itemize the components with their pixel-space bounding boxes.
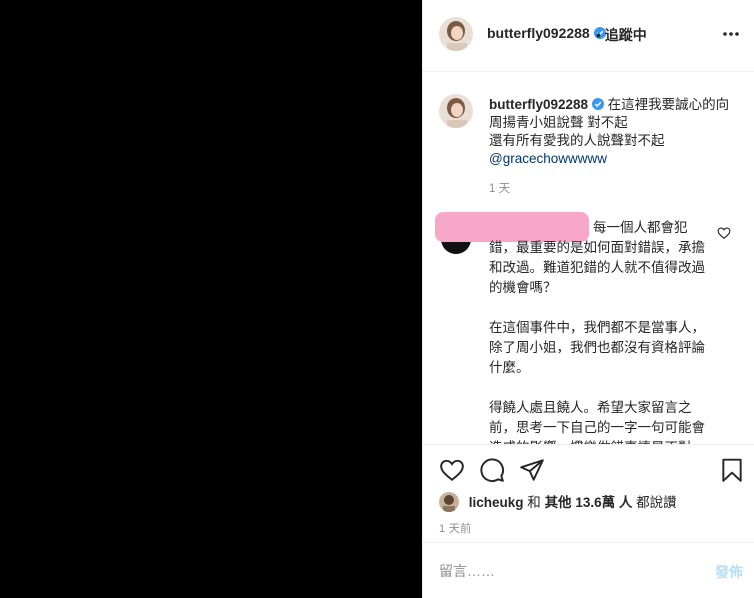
author-username-text[interactable]: butterfly092288	[487, 25, 590, 41]
post-side-panel: butterfly092288 • 追蹤中 butterfly092288 在這…	[422, 0, 754, 598]
comments-list[interactable]: butterfly092288 在這裡我要誠心的向周揚青小姐說聲 對不起 還有所…	[423, 72, 754, 444]
comment-paragraph: 在這個事件中，我們都不是當事人，除了周小姐，我們也都沒有資格評論什麼。	[489, 320, 705, 375]
likes-and-text: 和	[527, 495, 541, 510]
author-avatar[interactable]	[439, 17, 473, 51]
post-media[interactable]	[0, 0, 422, 598]
comment-paragraph: 得饒人處且饒人。希望大家留言之前，思考一下自己的一字一句可能會造成的影響。慣樂做…	[489, 400, 705, 444]
post-header: butterfly092288 • 追蹤中	[423, 0, 754, 72]
like-heart-icon[interactable]	[439, 457, 465, 483]
liker-avatar[interactable]	[439, 492, 459, 512]
caption-author-avatar[interactable]	[439, 94, 473, 128]
comment-text: 每一個人都會犯錯，最重要的是如何面對錯誤，承擔和改過。難道犯錯的人就不值得改過的…	[489, 218, 709, 444]
header-separator: •	[596, 27, 601, 43]
comment-bubble-icon[interactable]	[479, 457, 505, 483]
caption-timestamp[interactable]: 1 天	[489, 180, 510, 196]
likes-count-button[interactable]: 其他 13.6萬 人	[545, 495, 633, 510]
post-comment-button[interactable]: 發佈	[715, 562, 743, 582]
caption-mention-link[interactable]: @gracechowwwww	[489, 151, 607, 166]
author-username[interactable]: butterfly092288	[487, 25, 606, 41]
likes-suffix-text: 都說讚	[636, 495, 677, 510]
caption-line-2: 還有所有愛我的人說聲對不起	[489, 133, 665, 148]
more-options-icon[interactable]	[721, 24, 741, 44]
comment-like-heart-icon[interactable]	[717, 226, 731, 240]
following-button[interactable]: 追蹤中	[605, 27, 647, 43]
save-bookmark-icon[interactable]	[719, 457, 745, 483]
verified-badge-icon	[591, 98, 604, 110]
add-comment-section: 發佈	[423, 542, 754, 598]
comment-paragraph: 每一個人都會犯錯，最重要的是如何面對錯誤，承擔和改過。難道犯錯的人就不值得改過的…	[489, 220, 705, 295]
follow-status[interactable]: • 追蹤中	[596, 25, 647, 45]
caption-text: butterfly092288 在這裡我要誠心的向周揚青小姐說聲 對不起 還有所…	[489, 96, 739, 168]
post-timestamp[interactable]: 1 天前	[439, 520, 471, 536]
share-send-icon[interactable]	[519, 457, 545, 483]
post-actions-bar	[423, 444, 754, 496]
liker-username[interactable]: licheukg	[469, 495, 524, 510]
comment-input[interactable]	[439, 561, 689, 581]
likes-summary: licheukg 和 其他 13.6萬 人 都說讚	[439, 491, 677, 513]
caption-username[interactable]: butterfly092288	[489, 97, 588, 112]
